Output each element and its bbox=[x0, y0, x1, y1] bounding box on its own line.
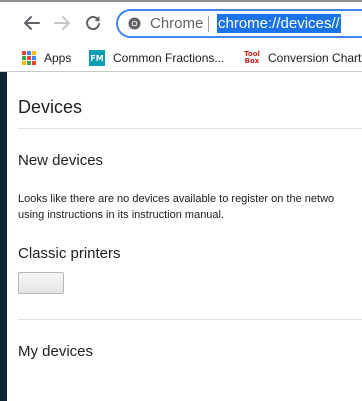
bookmark-label: Conversion Chart bbox=[268, 51, 362, 65]
page-title: Devices bbox=[18, 97, 83, 117]
bookmark-apps[interactable]: Apps bbox=[22, 49, 71, 67]
omnibox-divider bbox=[208, 16, 209, 32]
my-devices-heading: My devices bbox=[18, 343, 94, 360]
fm-icon-text: FM bbox=[90, 53, 104, 63]
window-top-border bbox=[0, 0, 362, 2]
fm-icon: FM bbox=[89, 50, 105, 66]
reload-icon bbox=[86, 16, 100, 31]
bookmark-label: Apps bbox=[44, 51, 72, 65]
bookmark-common-fractions[interactable]: FM Common Fractions... bbox=[89, 49, 224, 67]
title-divider bbox=[18, 128, 362, 129]
site-chip-label: Chrome bbox=[150, 15, 204, 32]
bookmark-label: Common Fractions... bbox=[113, 51, 225, 65]
chrome-icon bbox=[128, 17, 141, 30]
reload-button[interactable] bbox=[82, 12, 104, 34]
back-arrow-icon bbox=[24, 16, 40, 30]
address-bar[interactable]: Chrome chrome://devices// bbox=[116, 9, 362, 38]
back-button[interactable] bbox=[21, 12, 43, 34]
url-text[interactable]: chrome://devices// bbox=[217, 14, 341, 33]
no-devices-message: Looks like there are no devices availabl… bbox=[18, 191, 362, 223]
bookmark-conversion-chart[interactable]: Tool Box Conversion Chart bbox=[244, 49, 361, 67]
window-left-edge bbox=[0, 72, 7, 401]
toolbox-icon-bottom-text: Box bbox=[244, 57, 260, 65]
browser-toolbar: Chrome chrome://devices// bbox=[0, 0, 362, 44]
forward-button[interactable] bbox=[51, 12, 73, 34]
toolbox-icon: Tool Box bbox=[244, 50, 260, 66]
no-devices-message-line: Looks like there are no devices availabl… bbox=[18, 193, 335, 205]
no-devices-message-line: using instructions in its instruction ma… bbox=[18, 209, 225, 221]
apps-grid-icon bbox=[22, 51, 36, 65]
classic-printers-button[interactable] bbox=[18, 272, 64, 294]
bookmarks-bar: Apps FM Common Fractions... Tool Box Con… bbox=[0, 44, 362, 72]
devices-page: Devices New devices Looks like there are… bbox=[7, 72, 362, 401]
forward-arrow-icon bbox=[54, 16, 70, 30]
new-devices-heading: New devices bbox=[18, 152, 104, 169]
classic-printers-heading: Classic printers bbox=[18, 245, 121, 262]
section-divider bbox=[18, 319, 362, 320]
